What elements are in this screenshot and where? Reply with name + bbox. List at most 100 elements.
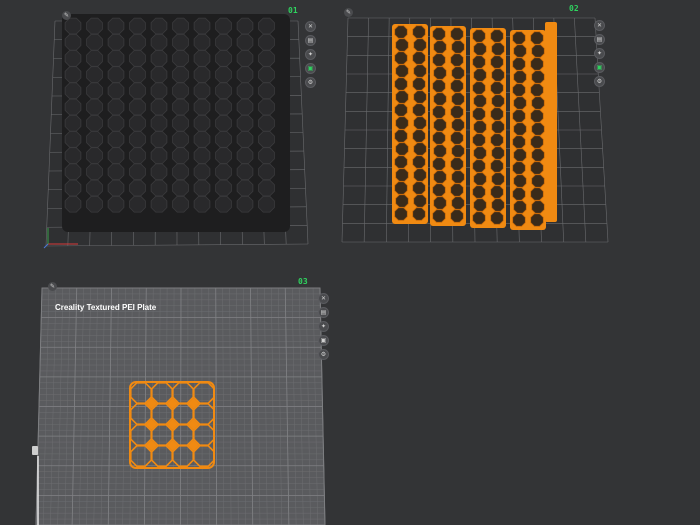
model-cell bbox=[491, 146, 505, 160]
model-cell bbox=[473, 120, 487, 134]
model-cell bbox=[107, 33, 125, 51]
model-cell bbox=[512, 161, 526, 175]
model-cell bbox=[215, 50, 232, 67]
model-cell bbox=[491, 68, 505, 82]
pencil-icon[interactable]: ✎ bbox=[344, 8, 353, 17]
model-cell bbox=[491, 198, 505, 212]
model-cell bbox=[513, 122, 527, 136]
model-cell bbox=[433, 40, 447, 54]
model-cell bbox=[432, 105, 446, 119]
model-cell bbox=[107, 66, 125, 83]
model-cell bbox=[107, 131, 125, 148]
auto-orient-icon[interactable]: ✦ bbox=[318, 321, 329, 332]
model-cell bbox=[451, 40, 465, 54]
settings-icon[interactable]: ⚙ bbox=[594, 76, 605, 87]
model-cell bbox=[412, 25, 426, 39]
model-cell bbox=[530, 161, 544, 175]
model-cell bbox=[413, 38, 427, 52]
model-cell bbox=[150, 195, 168, 213]
bed-title: Creality Textured PEI Plate bbox=[55, 303, 157, 312]
model-cell bbox=[412, 155, 426, 169]
settings-icon[interactable]: ⚙ bbox=[305, 77, 316, 88]
model-cell bbox=[215, 131, 232, 148]
model-cell bbox=[236, 114, 254, 132]
model-cell bbox=[450, 157, 464, 171]
model-cell bbox=[472, 107, 486, 121]
close-icon[interactable]: ✕ bbox=[318, 293, 329, 304]
plate-toolbar: ✕ ▤ ✦ ▣ ⚙ bbox=[594, 20, 605, 87]
model-cell bbox=[107, 82, 125, 100]
lock-icon[interactable]: ▣ bbox=[318, 335, 329, 346]
model-cell bbox=[472, 159, 486, 173]
model-cell bbox=[172, 66, 189, 83]
model-cell bbox=[64, 82, 82, 100]
model-cell bbox=[531, 174, 545, 188]
pencil-icon[interactable]: ✎ bbox=[48, 282, 57, 291]
model-cell bbox=[433, 66, 447, 80]
lock-icon[interactable]: ▣ bbox=[594, 62, 605, 73]
model-cell bbox=[107, 195, 125, 213]
model-cell bbox=[86, 17, 103, 35]
model-cell bbox=[433, 196, 447, 210]
plate-1[interactable]: ✎ 01 ✕ ▤ ✦ ▣ ⚙ bbox=[40, 6, 330, 252]
model-cell bbox=[150, 179, 168, 197]
plate-2[interactable]: ✎ 02 ✕ ▤ ✦ ▣ ⚙ bbox=[340, 4, 620, 252]
model-cell bbox=[491, 120, 505, 134]
model-cell bbox=[472, 133, 486, 147]
arrange-icon[interactable]: ▤ bbox=[594, 34, 605, 45]
model-cell bbox=[236, 50, 254, 67]
model-panel-edge bbox=[545, 22, 557, 222]
model-cell bbox=[236, 195, 254, 213]
model-cell bbox=[433, 170, 447, 184]
plate-number: 02 bbox=[569, 4, 579, 13]
model-cell bbox=[394, 181, 408, 195]
model-cell bbox=[129, 179, 146, 197]
model-cell bbox=[531, 200, 545, 214]
close-icon[interactable]: ✕ bbox=[305, 21, 316, 32]
model-cell bbox=[512, 187, 526, 201]
model-cell bbox=[172, 131, 189, 148]
model-cell bbox=[473, 198, 487, 212]
model-cell bbox=[490, 29, 504, 43]
pencil-icon[interactable]: ✎ bbox=[62, 11, 71, 20]
model-cell bbox=[531, 122, 545, 136]
model-cell bbox=[258, 131, 275, 148]
model-cell bbox=[193, 66, 211, 83]
model-cell bbox=[432, 157, 446, 171]
model-cell bbox=[433, 92, 447, 106]
arrange-icon[interactable]: ▤ bbox=[318, 307, 329, 318]
model-cell bbox=[86, 131, 103, 148]
lock-icon[interactable]: ▣ bbox=[305, 63, 316, 74]
model-cell bbox=[531, 44, 545, 58]
model-cell bbox=[473, 68, 487, 82]
model-cell bbox=[236, 179, 254, 197]
model-cell bbox=[490, 81, 504, 95]
model-cell bbox=[193, 33, 211, 51]
model-cell bbox=[215, 179, 232, 197]
model-cell bbox=[64, 98, 82, 116]
model-cell bbox=[193, 147, 211, 164]
model-cell bbox=[413, 194, 427, 208]
plate-3[interactable]: ✎ Creality Textured PEI Plate 03 ✕ ▤ ✦ ▣… bbox=[30, 276, 340, 525]
auto-orient-icon[interactable]: ✦ bbox=[305, 49, 316, 60]
arrange-icon[interactable]: ▤ bbox=[305, 35, 316, 46]
model-cell bbox=[472, 211, 486, 225]
model-cell bbox=[129, 66, 146, 83]
model-cell bbox=[86, 114, 103, 132]
model-cell bbox=[172, 82, 189, 100]
model-cell bbox=[150, 147, 168, 164]
model-cell bbox=[451, 196, 465, 210]
model-cell bbox=[258, 147, 275, 164]
model-cell bbox=[258, 163, 275, 181]
model-cell bbox=[215, 195, 232, 213]
model-cell bbox=[531, 148, 545, 162]
auto-orient-icon[interactable]: ✦ bbox=[594, 48, 605, 59]
model-cell bbox=[150, 33, 168, 51]
settings-icon[interactable]: ⚙ bbox=[318, 349, 329, 360]
plate-1-bed-grid bbox=[43, 14, 309, 249]
model-cell bbox=[64, 131, 82, 148]
model-cell bbox=[129, 131, 146, 148]
model-cell bbox=[394, 129, 408, 143]
close-icon[interactable]: ✕ bbox=[594, 20, 605, 31]
model-cell bbox=[107, 98, 125, 116]
